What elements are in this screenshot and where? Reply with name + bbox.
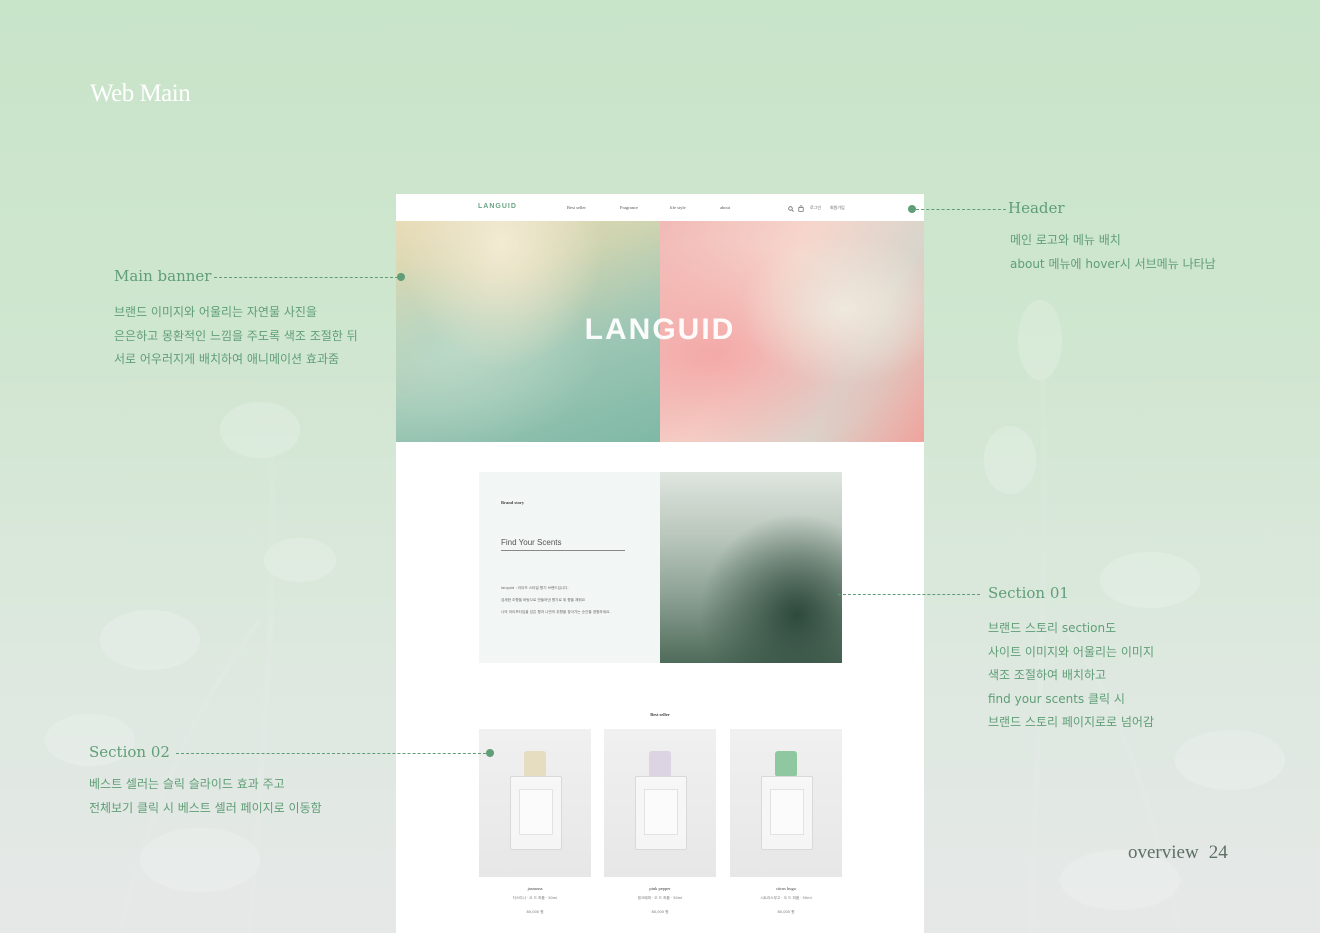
product-price: 80,000 원 — [526, 910, 544, 914]
header-annotation-title: Header — [1008, 199, 1065, 217]
product-name: citrus bugo — [775, 886, 797, 891]
product-card[interactable]: pink pepper 핑크페퍼 · 오 드 퍼퓸 · 50ml 80,000 … — [604, 729, 716, 915]
site-header: LANGUID Best seller Fragrance life style… — [396, 194, 924, 221]
main-banner-annotation-text: 브랜드 이미지와 어울리는 자연물 사진을 은은하고 몽환적인 느낌을 주도록 … — [114, 301, 358, 372]
product-subtitle: 핑크페퍼 · 오 드 퍼퓸 · 50ml — [637, 896, 683, 900]
product-card[interactable]: jasmona 자스미나 · 오 드 퍼퓸 · 50ml 80,000 원 — [479, 729, 591, 915]
annotation-line: 브랜드 스토리 페이지로로 넘어감 — [988, 715, 1155, 729]
annotation-line: 메인 로고와 메뉴 배치 — [1010, 233, 1121, 247]
page-footer: overview 24 — [1128, 842, 1228, 864]
product-card[interactable]: citrus bugo 시트러스부고 · 오 드 퍼퓸 · 50ml 80,00… — [730, 729, 842, 915]
annotation-line: 전체보기 클릭 시 베스트 셀러 페이지로 이동함 — [89, 800, 322, 815]
brand-story-label: Brand story — [501, 500, 525, 505]
brand-story-copy-line: 나의 라이프타입을 담은 향과 나만의 취향을 찾아가는 순간을 경험하세요. — [501, 610, 611, 614]
find-your-scents-link[interactable]: Find Your Scents — [501, 538, 561, 547]
signup-link[interactable]: 회원가입 — [830, 205, 845, 211]
bottle-label — [644, 789, 678, 835]
annotation-line: 브랜드 이미지와 어울리는 자연물 사진을 — [114, 305, 317, 319]
annotation-line: 서로 어우러지게 배치하여 애니메이션 효과줌 — [114, 352, 340, 366]
product-subtitle: 시트러스부고 · 오 드 퍼퓸 · 50ml — [760, 896, 812, 900]
product-image — [479, 729, 591, 877]
brand-story-text-panel: Brand story Find Your Scents languid : 아… — [479, 472, 660, 663]
annotation-line: find your scents 클릭 시 — [988, 691, 1125, 706]
nav-fragrance[interactable]: Fragrance — [620, 205, 638, 210]
main-banner-callout-line — [214, 277, 398, 278]
section02-annotation-text: 베스트 셀러는 슬릭 슬라이드 효과 주고 전체보기 클릭 시 베스트 셀러 페… — [89, 773, 322, 820]
best-seller-title: Best seller — [650, 712, 670, 717]
cta-underline — [501, 550, 625, 551]
site-logo[interactable]: LANGUID — [478, 203, 517, 210]
main-banner-callout-dot — [397, 273, 405, 281]
main-banner-annotation-title: Main banner — [114, 267, 212, 285]
section02-callout-line — [176, 753, 486, 754]
product-subtitle: 자스미나 · 오 드 퍼퓸 · 50ml — [512, 896, 558, 900]
page-title: Web Main — [90, 80, 191, 107]
brand-story-copy-line: 섬세한 조향을 바탕으로 만들어낸 향기로 위 향을 채워요 — [501, 598, 586, 602]
header-callout-line — [916, 209, 1006, 210]
bottle-cap — [649, 751, 671, 777]
section01-annotation-title: Section 01 — [988, 584, 1069, 602]
login-link[interactable]: 로그인 — [810, 205, 821, 211]
product-image — [604, 729, 716, 877]
annotation-line: 베스트 셀러는 슬릭 슬라이드 효과 주고 — [89, 777, 285, 791]
nav-best-seller[interactable]: Best seller — [567, 205, 586, 210]
product-name: pink pepper — [649, 886, 671, 891]
page-number: 24 — [1208, 842, 1228, 863]
main-banner: LANGUID — [396, 221, 924, 442]
brand-story-copy-line: languid : 아이즈 스타일 향기 브랜드입니다. — [501, 586, 569, 590]
header-callout-dot — [908, 205, 916, 213]
product-name: jasmona — [527, 886, 543, 891]
section01-callout-line — [838, 594, 980, 595]
section02-annotation-title: Section 02 — [89, 743, 170, 761]
brand-story-copy: languid : 아이즈 스타일 향기 브랜드입니다. 섬세한 조향을 바탕으… — [501, 582, 610, 618]
bottle-cap — [524, 751, 546, 777]
cart-icon[interactable] — [798, 205, 804, 212]
footer-label: overview — [1128, 842, 1199, 863]
annotation-line: 색조 조절하여 배치하고 — [988, 668, 1107, 682]
section02-callout-dot — [486, 749, 494, 757]
nav-life-style[interactable]: life style — [670, 205, 686, 210]
product-price: 80,000 원 — [777, 910, 795, 914]
bottle-cap — [775, 751, 797, 777]
section01-annotation-text: 브랜드 스토리 section도 사이트 이미지와 어울리는 이미지 색조 조절… — [988, 617, 1154, 735]
bottle-label — [770, 789, 804, 835]
search-icon[interactable] — [788, 206, 794, 212]
annotation-line: 사이트 이미지와 어울리는 이미지 — [988, 644, 1155, 659]
website-mockup: LANGUID Best seller Fragrance life style… — [396, 194, 924, 933]
header-annotation-text: 메인 로고와 메뉴 배치 about 메뉴에 hover시 서브메뉴 나타남 — [1010, 229, 1216, 276]
banner-brand-logo: LANGUID — [584, 313, 736, 346]
bottle-label — [519, 789, 553, 835]
annotation-line: about 메뉴에 hover시 서브메뉴 나타남 — [1010, 256, 1216, 271]
product-price: 80,000 원 — [651, 910, 669, 914]
brand-story-image — [660, 472, 842, 663]
product-image — [730, 729, 842, 877]
brand-story-section: Brand story Find Your Scents languid : 아… — [479, 472, 842, 663]
annotation-line: 은은하고 몽환적인 느낌을 주도록 색조 조절한 뒤 — [114, 328, 358, 343]
annotation-line: 브랜드 스토리 section도 — [988, 621, 1117, 635]
nav-about[interactable]: about — [720, 205, 730, 210]
